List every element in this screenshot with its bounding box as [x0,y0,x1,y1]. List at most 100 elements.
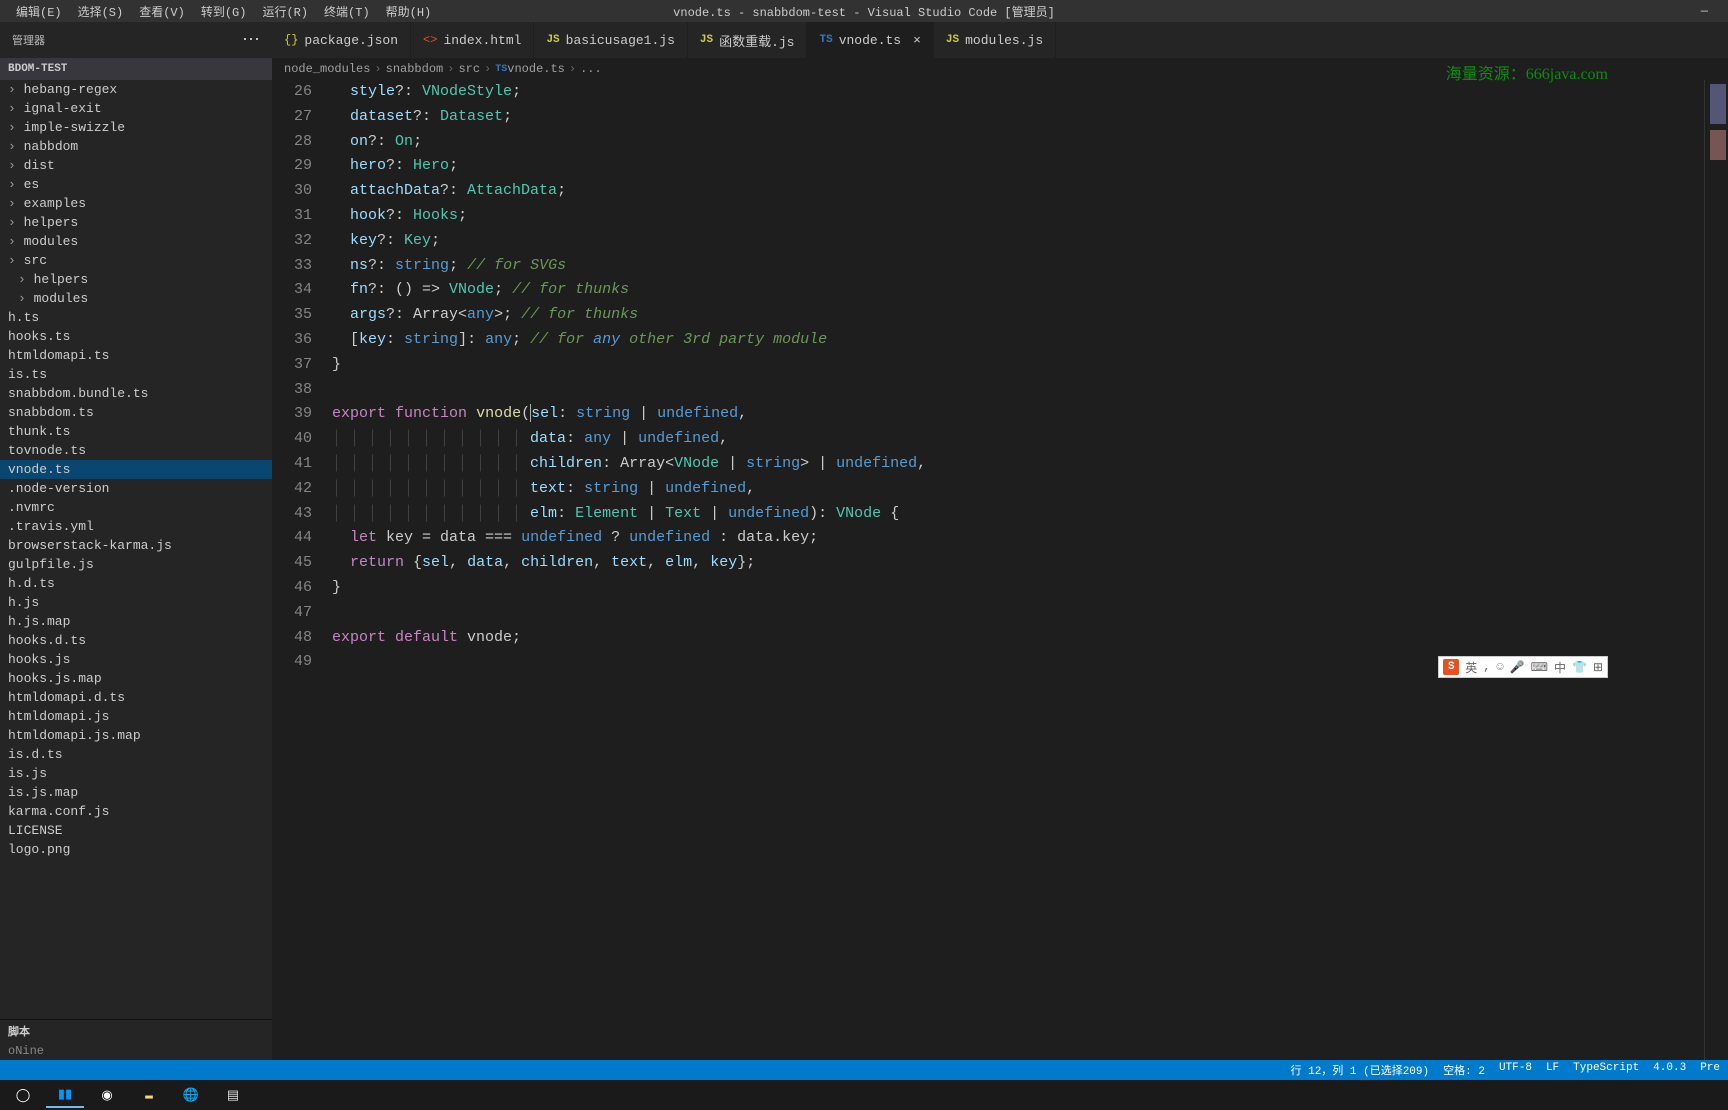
menu-运行[interactable]: 运行(R) [254,3,316,20]
tree-item[interactable]: vnode.ts [0,460,272,479]
chrome-icon[interactable]: 🌐 [172,1082,210,1108]
html-icon: <> [423,33,437,47]
tree-item[interactable]: karma.conf.js [0,802,272,821]
tree-item[interactable]: is.js [0,764,272,783]
status-item[interactable]: 空格: 2 [1443,1062,1485,1078]
tree-item[interactable]: ignal-exit [0,99,272,118]
tree-item[interactable]: dist [0,156,272,175]
status-item[interactable]: LF [1546,1062,1559,1078]
notepad-icon[interactable]: ▤ [214,1082,252,1108]
menu-终端[interactable]: 终端(T) [316,3,378,20]
ime-grid-icon[interactable]: ⊞ [1593,660,1603,675]
tree-item[interactable]: snabbdom.ts [0,403,272,422]
tree-item[interactable]: logo.png [0,840,272,859]
tree-item[interactable]: hooks.js [0,650,272,669]
tree-item[interactable]: examples [0,194,272,213]
outline-header[interactable]: 脚本 [0,1019,272,1042]
ime-skin-icon[interactable]: 👕 [1572,660,1587,675]
tree-item[interactable]: helpers [0,213,272,232]
code-lines[interactable]: style?: VNodeStyle; dataset?: Dataset; o… [332,80,1704,1060]
menu-转到[interactable]: 转到(G) [193,3,255,20]
tree-item[interactable]: .node-version [0,479,272,498]
status-item[interactable]: 4.0.3 [1653,1062,1686,1078]
tree-item[interactable]: modules [0,232,272,251]
ime-mic-icon[interactable]: 🎤 [1510,660,1525,675]
close-icon[interactable]: × [913,33,921,48]
tree-item[interactable]: is.d.ts [0,745,272,764]
json-icon: {} [284,33,298,47]
tree-item[interactable]: LICENSE [0,821,272,840]
tree-item[interactable]: snabbdom.bundle.ts [0,384,272,403]
ime-punct[interactable]: , [1483,660,1490,674]
tree-item[interactable]: helpers [0,270,272,289]
minimap[interactable] [1704,80,1728,1060]
tree-item[interactable]: h.js.map [0,612,272,631]
status-item[interactable]: UTF-8 [1499,1062,1532,1078]
project-name[interactable]: BDOM-TEST [0,58,272,80]
tab-index.html[interactable]: <>index.html [411,22,534,58]
breadcrumb-item[interactable]: snabbdom [386,62,444,76]
tree-item[interactable]: hooks.d.ts [0,631,272,650]
cortana-icon[interactable]: ◯ [4,1082,42,1108]
taskbar: ◯ ▮▮ ◉ ▬ 🌐 ▤ [0,1080,1728,1110]
ime-emoji-icon[interactable]: ☺ [1496,660,1503,674]
tree-item[interactable]: es [0,175,272,194]
status-item[interactable]: 行 12，列 1 (已选择209) [1291,1062,1430,1078]
ime-toolbar[interactable]: S 英 , ☺ 🎤 ⌨ 中 👕 ⊞ [1438,656,1608,678]
tree-item[interactable]: modules [0,289,272,308]
menu-编辑[interactable]: 编辑(E) [8,3,70,20]
vscode-taskbar-icon[interactable]: ▮▮ [46,1082,84,1108]
ime-cn[interactable]: 中 [1554,659,1566,676]
window-title: vnode.ts - snabbdom-test - Visual Studio… [673,3,1055,20]
code-editor[interactable]: 2627282930313233343536373839404142434445… [272,80,1728,1060]
tree-item[interactable]: gulpfile.js [0,555,272,574]
tree-item[interactable]: h.d.ts [0,574,272,593]
tree-item[interactable]: h.js [0,593,272,612]
js-icon: JS [700,34,713,46]
tree-item[interactable]: imple-swizzle [0,118,272,137]
menu-帮助[interactable]: 帮助(H) [378,3,440,20]
tab-package.json[interactable]: {}package.json [272,22,411,58]
tree-item[interactable]: is.ts [0,365,272,384]
tree-item[interactable]: htmldomapi.js [0,707,272,726]
minimize-icon[interactable]: — [1689,4,1720,18]
tab-modules.js[interactable]: JSmodules.js [934,22,1056,58]
tree-item[interactable]: browserstack-karma.js [0,536,272,555]
breadcrumb-item[interactable]: node_modules [284,62,370,76]
tree-item[interactable]: htmldomapi.ts [0,346,272,365]
ime-keyboard-icon[interactable]: ⌨ [1531,660,1548,675]
menu-选择[interactable]: 选择(S) [70,3,132,20]
explorer-title: 管理器 [12,32,45,48]
tree-item[interactable]: .travis.yml [0,517,272,536]
obs-icon[interactable]: ◉ [88,1082,126,1108]
tree-item[interactable]: src [0,251,272,270]
breadcrumb-item[interactable]: vnode.ts [507,62,565,76]
tree-item[interactable]: tovnode.ts [0,441,272,460]
breadcrumb-item[interactable]: ... [580,62,602,76]
editor-area: {}package.json<>index.htmlJSbasicusage1.… [272,22,1728,1060]
tab-basicusage1.js[interactable]: JSbasicusage1.js [534,22,687,58]
tab-vnode.ts[interactable]: TSvnode.ts× [807,22,933,58]
tree-item[interactable]: htmldomapi.d.ts [0,688,272,707]
tree-item[interactable]: hooks.js.map [0,669,272,688]
line-gutter: 2627282930313233343536373839404142434445… [272,80,332,1060]
status-item[interactable]: Pre [1700,1062,1720,1078]
ime-lang[interactable]: 英 [1465,659,1477,676]
tree-item[interactable]: .nvmrc [0,498,272,517]
status-item[interactable]: TypeScript [1573,1062,1639,1078]
tabnine-label: oNine [0,1042,272,1060]
tree-item[interactable]: nabbdom [0,137,272,156]
tree-item[interactable]: is.js.map [0,783,272,802]
tree-item[interactable]: hebang-regex [0,80,272,99]
tree-item[interactable]: h.ts [0,308,272,327]
menu-查看[interactable]: 查看(V) [131,3,193,20]
tree-item[interactable]: thunk.ts [0,422,272,441]
explorer-taskbar-icon[interactable]: ▬ [130,1082,168,1108]
tree-item[interactable]: hooks.ts [0,327,272,346]
tree-item[interactable]: htmldomapi.js.map [0,726,272,745]
tab-函数重载.js[interactable]: JS函数重载.js [688,22,808,58]
breadcrumb-item[interactable]: src [458,62,480,76]
more-icon[interactable]: ⋯ [238,29,264,51]
ts-icon: TS [819,34,832,46]
statusbar: 行 12，列 1 (已选择209) 空格: 2 UTF-8 LF TypeScript 4… [0,1060,1728,1080]
